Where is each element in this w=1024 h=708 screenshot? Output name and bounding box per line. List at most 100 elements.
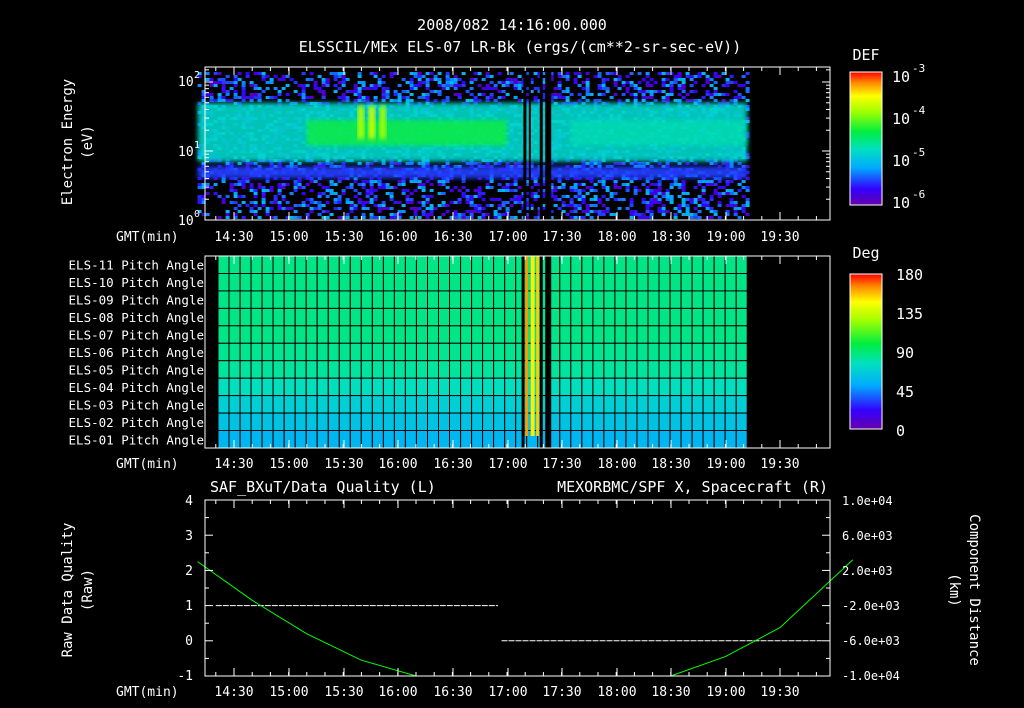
pitch-angle-cell [559,395,572,414]
spectrogram-pixel [293,183,298,186]
pitch-angle-cell [504,430,517,449]
pitch-angle-cell [460,342,473,362]
def-colorbar-label-1e-6: 10 -6 [892,188,925,212]
spectrogram-pixel [405,198,410,201]
spectrogram-pixel [629,201,634,204]
spectrogram-pixel [429,210,434,213]
pitch-angle-cell [460,290,473,309]
spectrogram-pixel [577,192,582,195]
spectrogram-pixel [533,216,538,219]
spectrogram-pixel [713,210,718,213]
pitch-angle-cell [482,395,495,414]
spectrogram-pixel [657,180,662,183]
pitch-angle-cell [636,430,649,449]
spectrogram-pixel [585,72,590,75]
spectrogram-pixel [729,192,734,195]
spectrogram-pixel [657,189,662,192]
spectrogram-pixel [401,96,406,99]
spectrogram-pixel [325,84,330,87]
spectrogram-pixel [397,93,402,96]
pitch-angle-cell [471,325,484,344]
spectrogram-pixel [693,99,698,102]
energy-ytick-base: 10 [178,145,194,160]
pitch-angle-cell [680,377,693,397]
spectrogram-pixel [485,204,490,207]
spectrogram-pixel [329,192,334,195]
spectrogram-pixel [621,81,626,84]
spectrogram-pixel [345,99,350,102]
spectrogram-pixel [441,192,446,195]
spectrogram-pixel [261,204,266,207]
pitch-angle-cell [272,255,285,274]
spectrogram-pixel [217,216,222,219]
spectrogram-pixel [401,183,406,186]
spectrogram-pixel [613,84,618,87]
spectrogram-pixel [685,75,690,78]
spectrogram-pixel [369,201,374,204]
spectrogram-pixel [389,213,394,216]
spectrogram-pixel [233,195,238,198]
spectrogram-pixel [497,213,502,216]
def-colorbar-label-1e-3: 10 -3 [892,62,925,86]
pitch-angle-cell [217,273,230,292]
spectrogram-pixel [405,201,410,204]
spectrogram-pixel [701,204,706,207]
spectrogram-pixel [601,84,606,87]
spectrogram-pixel [341,99,346,102]
spectrogram-pixel [653,201,658,204]
spectrogram-pixel [253,210,258,213]
spectrogram-pixel [613,162,618,165]
spectrogram-pixel [361,204,366,207]
pitch-angle-cell [658,342,671,362]
distance-ytick: -6.0e+03 [842,634,900,648]
spectrogram-pixel [581,189,586,192]
spectrogram-pixel [245,180,250,183]
pitch-angle-cell [449,377,461,397]
pitch-angle-cell [250,290,263,309]
pitch-angle-cell [349,360,362,379]
spectrogram-pixel [705,180,710,183]
svg-text:10: 10 [892,68,910,86]
spectrogram-pixel [493,84,498,87]
spectrogram-pixel [697,75,702,78]
spectrogram-pixel [433,207,438,210]
spectrogram-pixel [337,216,342,219]
pitch-angle-cell [416,325,428,344]
pitch-angle-cell [217,430,230,449]
spectrogram-pixel [553,96,558,99]
spectrogram-pixel [365,162,370,165]
spectrogram-pixel [685,204,690,207]
spectrogram-pixel [645,75,650,78]
spectrogram-pixel [405,162,410,165]
spectrogram-pixel [517,162,522,165]
spectrogram-pixel [709,78,714,81]
spectrogram-pixel [277,183,282,186]
spectrogram-pixel [413,213,418,216]
spectrogram-pixel [261,78,266,81]
pitch-angle-cell [261,395,274,414]
pitch-angle-cell [581,360,594,379]
spectrogram-pixel [333,75,338,78]
spectrogram-pixel [689,201,694,204]
pitch-angle-cell [636,290,649,309]
pitch-angle-cell [217,412,230,432]
pitch-angle-cell [614,273,627,292]
spectrogram-pixel [741,96,746,99]
pitch-angle-cell [404,395,417,414]
spectrogram-pixel [517,81,522,84]
pitch-angle-cell [691,290,704,309]
pitch-angle-cell [735,342,748,362]
spectrogram-pixel [745,213,750,216]
spectrogram-pixel [453,201,458,204]
spectrogram-pixel [257,96,262,99]
spectrogram-pixel [465,198,470,201]
spectrogram-pixel [241,216,246,219]
pitch-angle-cell [404,360,417,379]
pitch-angle-cell [713,342,726,362]
spectrogram-pixel [361,81,366,84]
pitch-angle-cell [669,395,682,414]
spectrogram-pixel [477,207,482,210]
pitch-angle-cell [625,325,638,344]
spectrogram-pixel [709,195,714,198]
spectrogram-pixel [613,186,618,189]
